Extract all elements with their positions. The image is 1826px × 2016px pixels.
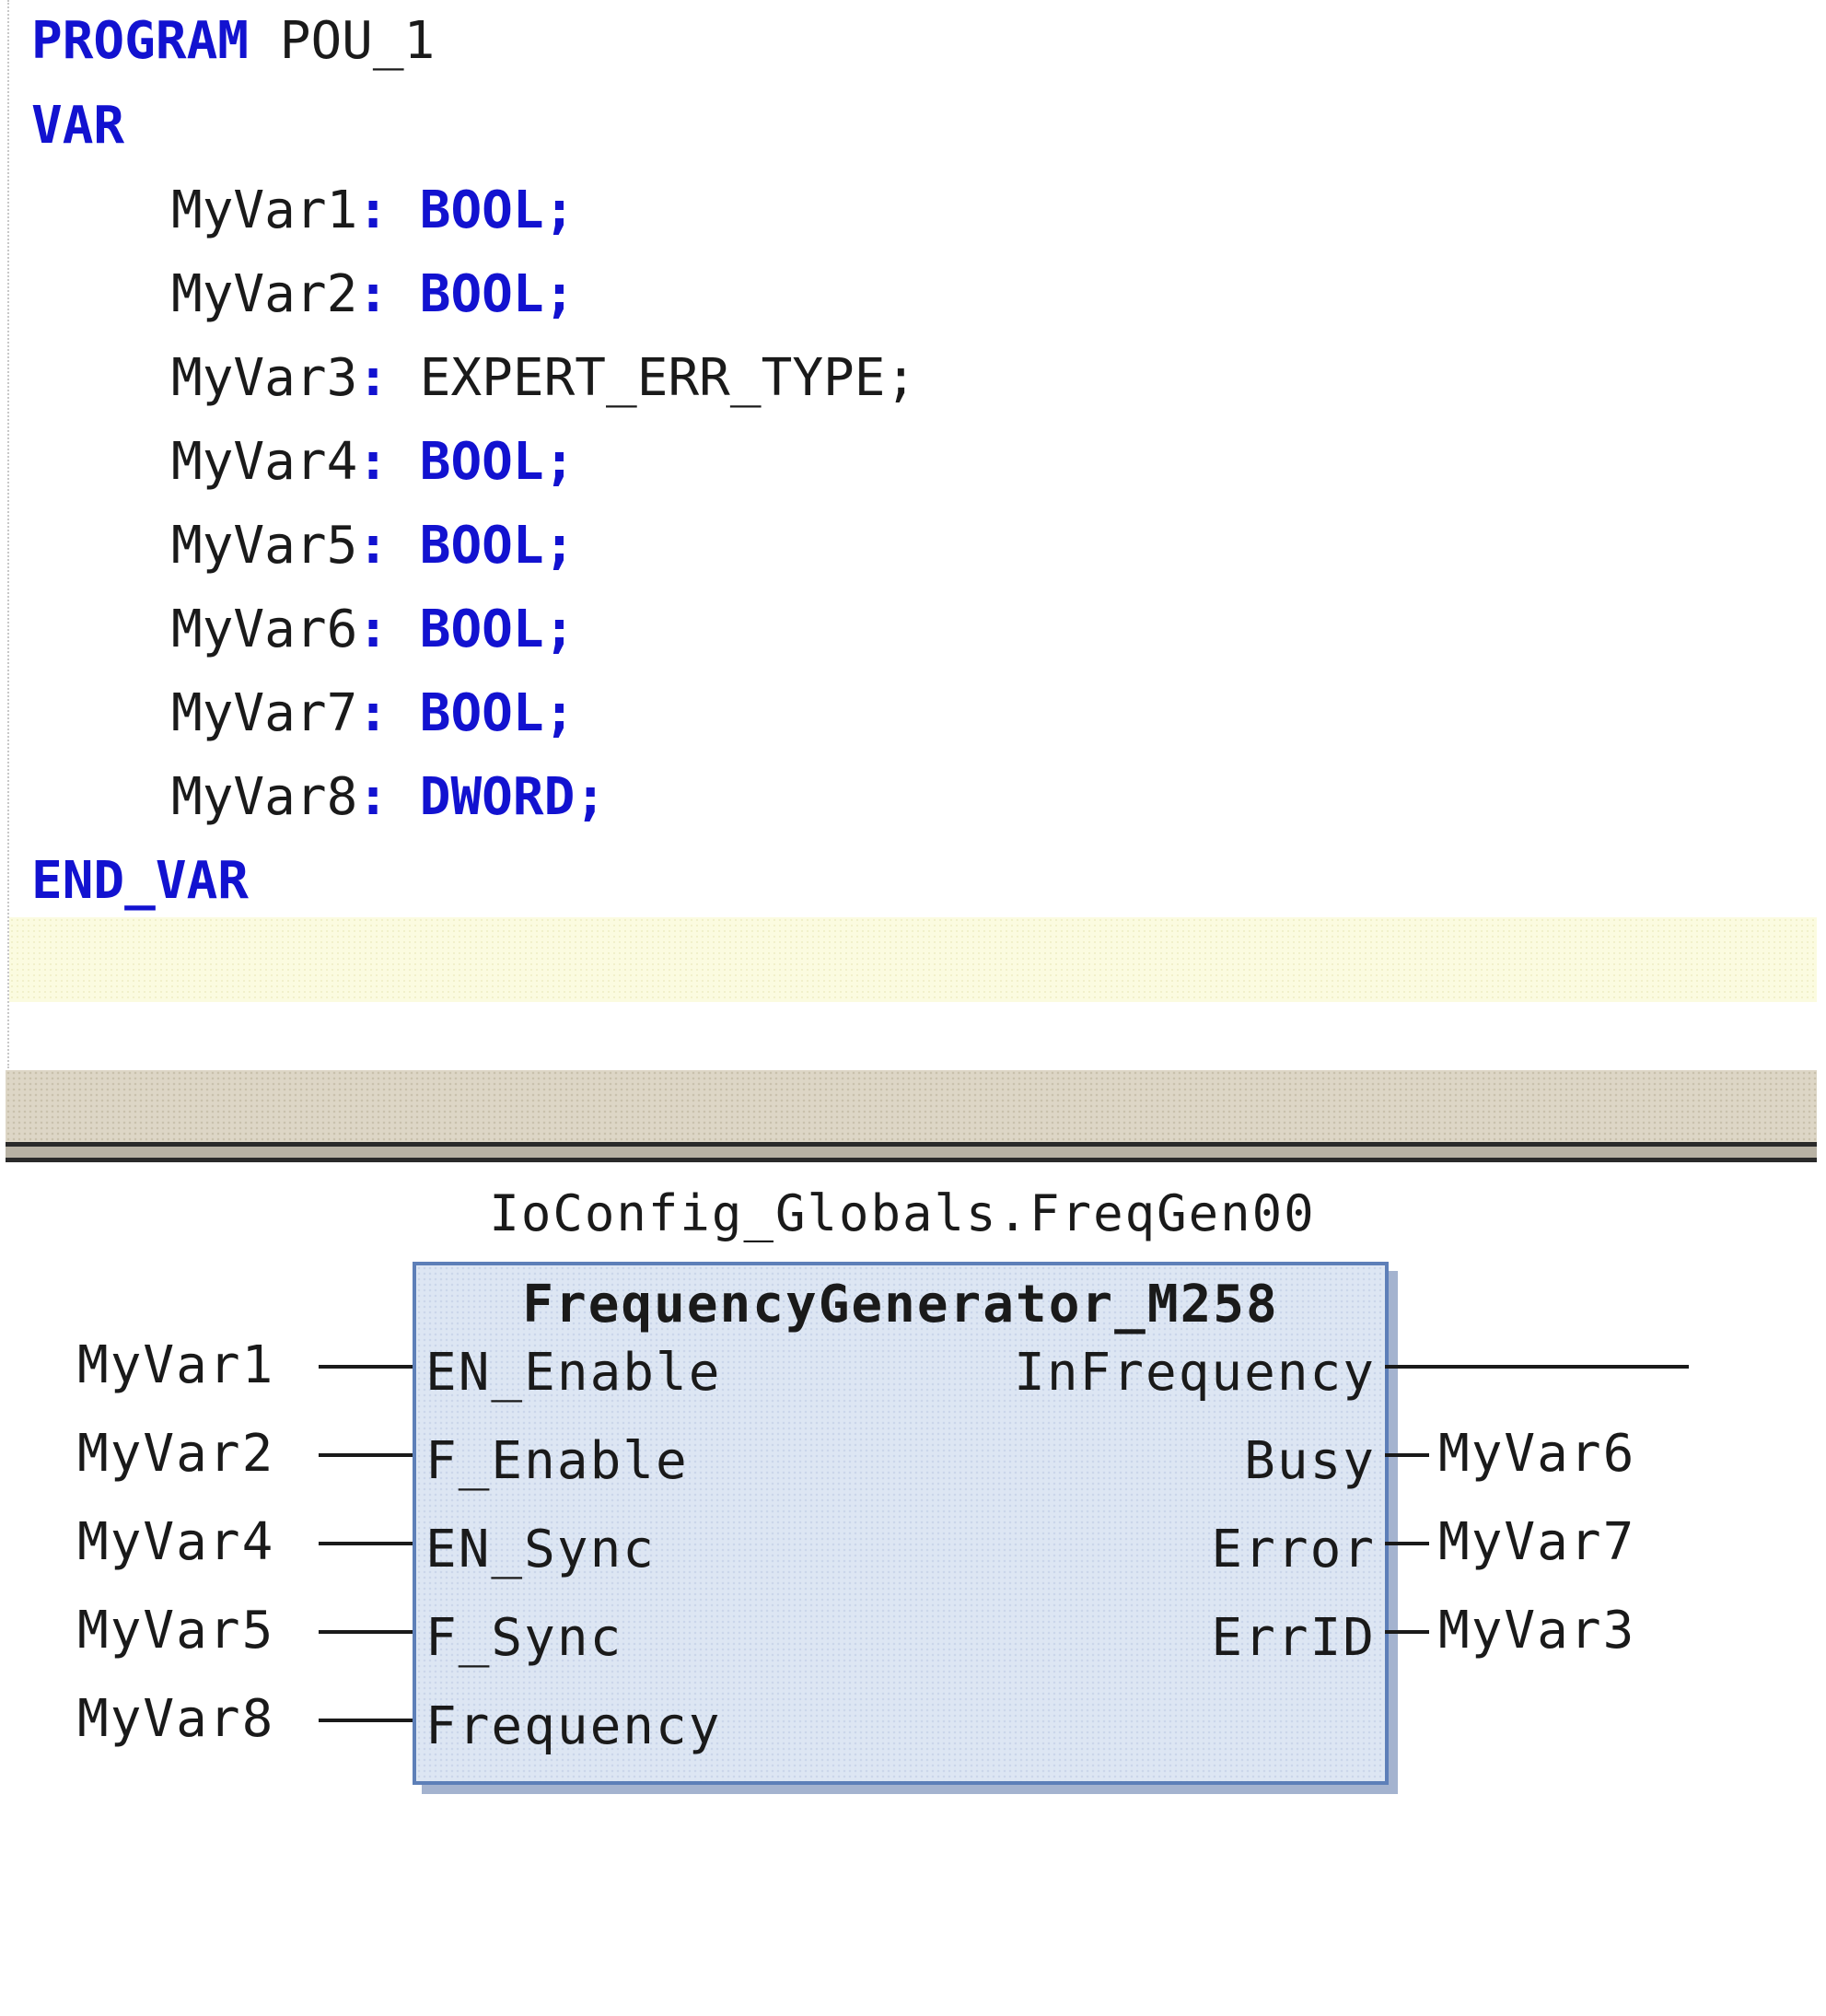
fb-type-name: FrequencyGenerator_M258: [522, 1275, 1279, 1334]
input-wire[interactable]: [319, 1542, 413, 1545]
input-wire[interactable]: [319, 1630, 413, 1634]
splitter-handle[interactable]: [6, 1147, 1817, 1158]
var-name: MyVar2: [171, 264, 358, 324]
input-pin[interactable]: Frequency: [425, 1695, 721, 1759]
input-pin[interactable]: F_Enable: [425, 1429, 689, 1494]
var-keyword-line[interactable]: VAR: [31, 85, 124, 168]
var-decl-line[interactable]: MyVar2: BOOL;: [171, 253, 575, 336]
var-decl-line[interactable]: MyVar3: EXPERT_ERR_TYPE;: [171, 337, 916, 420]
var-decl-line[interactable]: MyVar6: BOOL;: [171, 588, 575, 671]
output-wire[interactable]: [1385, 1630, 1429, 1634]
input-wire[interactable]: [319, 1453, 413, 1457]
input-variable[interactable]: MyVar2: [77, 1422, 274, 1486]
input-variable[interactable]: MyVar4: [77, 1510, 274, 1575]
editor-gutter: [7, 0, 9, 1068]
fbd-network[interactable]: IoConfig_Globals.FreqGen00 FrequencyGene…: [0, 1162, 1826, 2016]
var-type: BOOL: [419, 432, 544, 492]
output-variable[interactable]: MyVar7: [1438, 1510, 1635, 1575]
output-wire[interactable]: [1385, 1365, 1689, 1369]
current-line-highlight[interactable]: [9, 917, 1817, 1002]
output-wire[interactable]: [1385, 1542, 1429, 1545]
function-block[interactable]: FrequencyGenerator_M258 EN_Enable F_Enab…: [413, 1262, 1389, 1785]
pane-splitter[interactable]: [6, 1070, 1817, 1144]
output-wire[interactable]: [1385, 1453, 1429, 1457]
input-variable[interactable]: MyVar1: [77, 1334, 274, 1398]
output-variable[interactable]: MyVar3: [1438, 1599, 1635, 1663]
var-decl-line[interactable]: MyVar4: BOOL;: [171, 421, 575, 504]
input-pin[interactable]: EN_Enable: [425, 1341, 721, 1405]
var-type: BOOL: [419, 683, 544, 743]
var-name: MyVar6: [171, 600, 358, 659]
input-pin[interactable]: F_Sync: [425, 1606, 622, 1671]
input-variable[interactable]: MyVar8: [77, 1687, 274, 1752]
var-keyword: VAR: [31, 96, 125, 156]
fb-instance-name[interactable]: IoConfig_Globals.FreqGen00: [405, 1186, 1400, 1241]
var-type: BOOL: [419, 600, 544, 659]
var-decl-line[interactable]: MyVar8: DWORD;: [171, 756, 606, 839]
input-pin[interactable]: EN_Sync: [425, 1518, 656, 1582]
var-name: MyVar4: [171, 432, 358, 492]
var-name: MyVar1: [171, 181, 358, 240]
var-type: BOOL: [419, 181, 544, 240]
program-name: POU_1: [279, 11, 436, 71]
input-wire[interactable]: [319, 1719, 413, 1722]
var-name: MyVar7: [171, 683, 358, 743]
input-wire[interactable]: [319, 1365, 413, 1369]
var-name: MyVar8: [171, 767, 358, 827]
program-keyword: PROGRAM: [31, 11, 250, 71]
var-decl-line[interactable]: MyVar7: BOOL;: [171, 672, 575, 755]
output-pin[interactable]: Error: [1211, 1518, 1376, 1582]
output-pin[interactable]: InFrequency: [1014, 1341, 1376, 1405]
output-variable[interactable]: MyVar6: [1438, 1422, 1635, 1486]
program-header-line[interactable]: PROGRAM POU_1: [31, 0, 435, 83]
var-type: BOOL: [419, 516, 544, 576]
end-var-keyword: END_VAR: [31, 851, 250, 911]
declaration-editor[interactable]: PROGRAM POU_1 VAR MyVar1: BOOL; MyVar2: …: [0, 0, 1826, 1068]
output-pin[interactable]: ErrID: [1211, 1606, 1376, 1671]
var-name: MyVar5: [171, 516, 358, 576]
var-type: EXPERT_ERR_TYPE: [419, 348, 886, 408]
var-decl-line[interactable]: MyVar5: BOOL;: [171, 505, 575, 588]
var-decl-line[interactable]: MyVar1: BOOL;: [171, 169, 575, 252]
end-var-line[interactable]: END_VAR: [31, 840, 249, 923]
input-variable[interactable]: MyVar5: [77, 1599, 274, 1663]
var-type: DWORD: [419, 767, 576, 827]
output-pin[interactable]: Busy: [1244, 1429, 1376, 1494]
var-type: BOOL: [419, 264, 544, 324]
var-name: MyVar3: [171, 348, 358, 408]
